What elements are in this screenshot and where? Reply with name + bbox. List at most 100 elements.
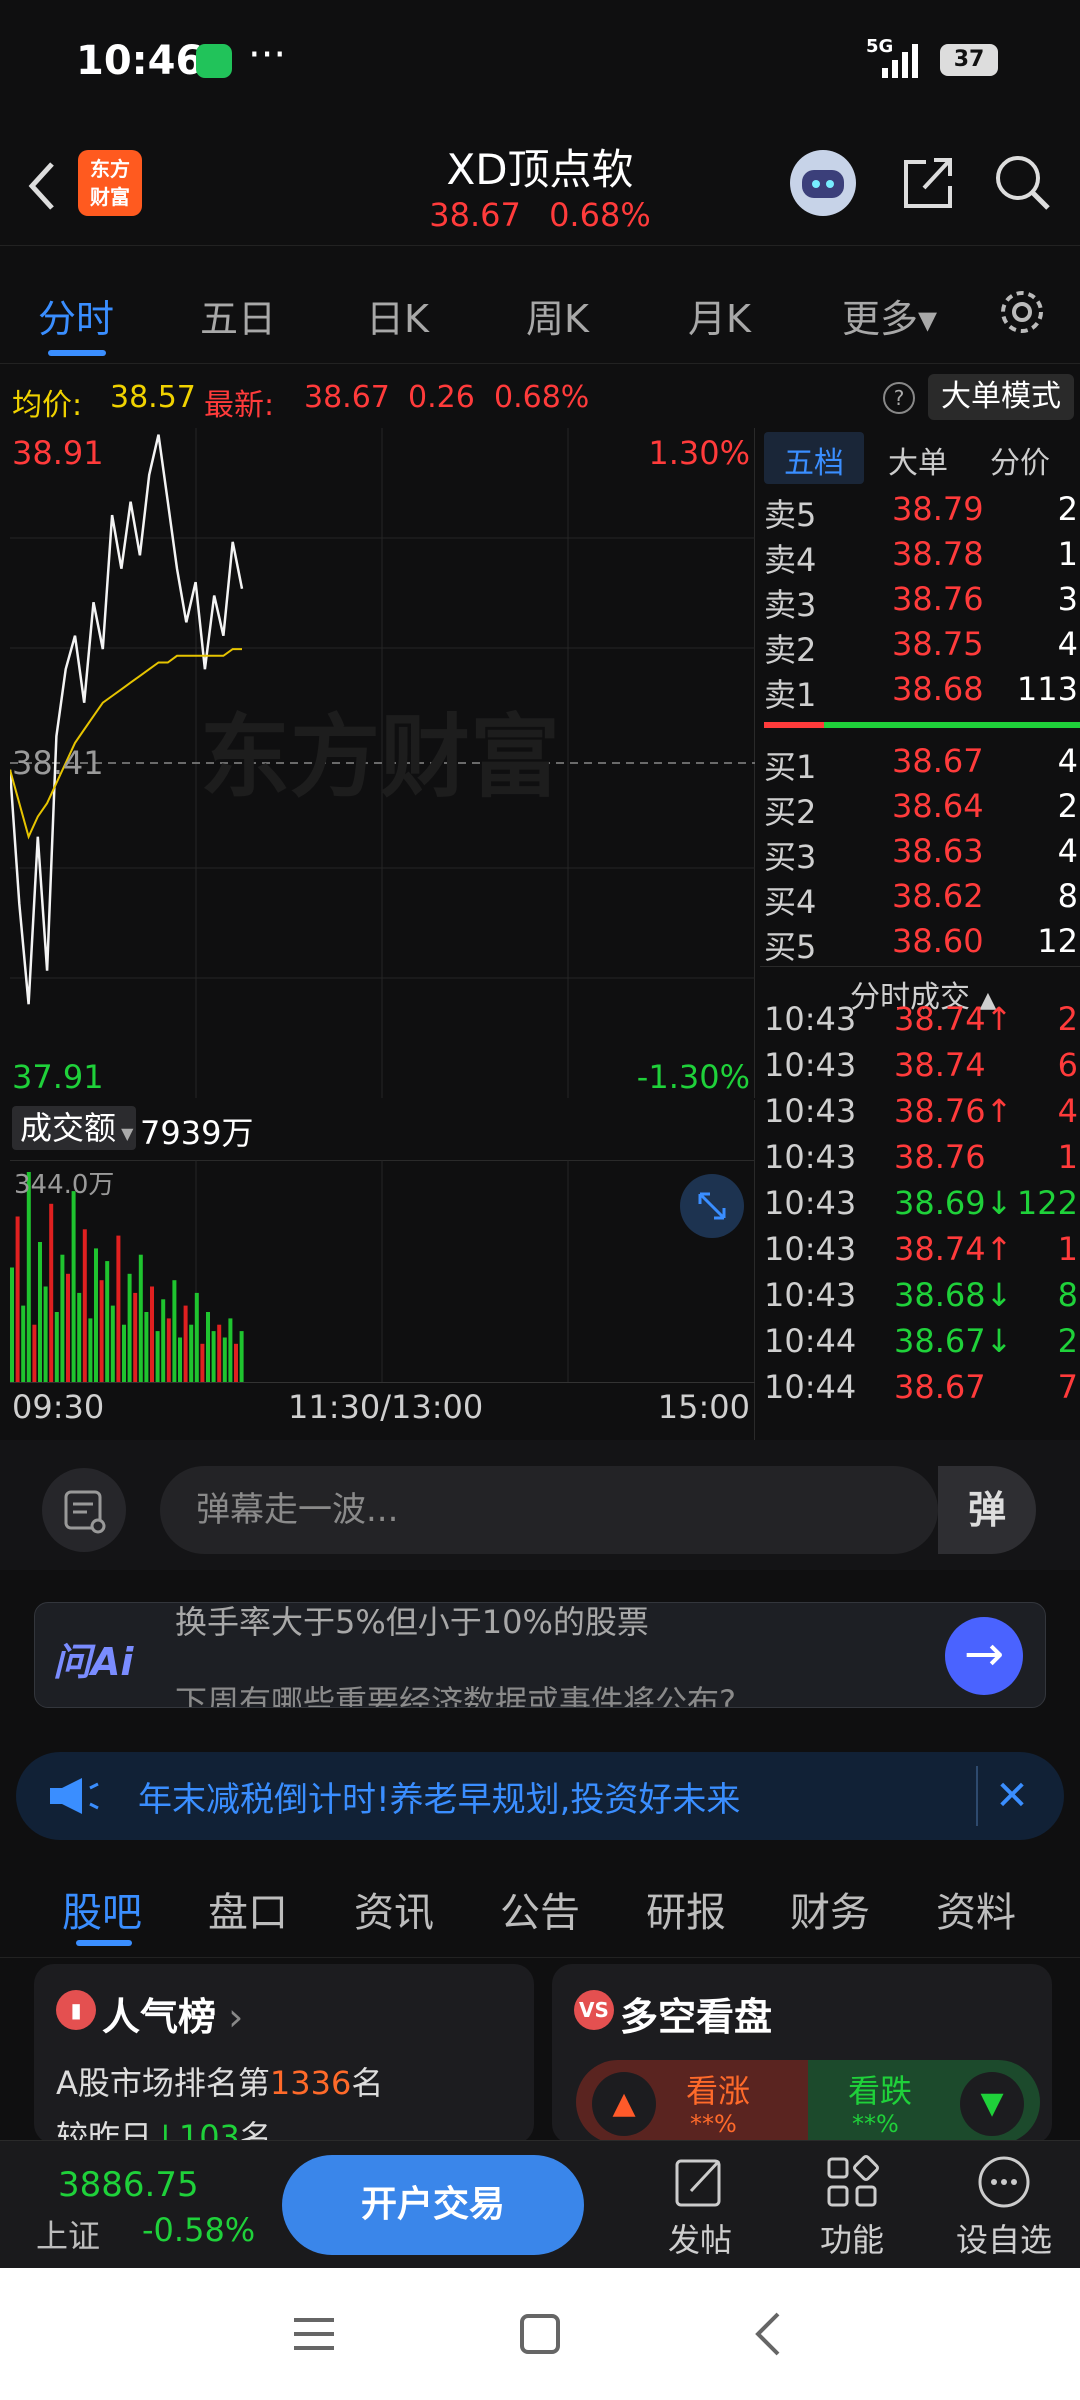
tab-five-day[interactable]: 五日 — [200, 288, 276, 343]
popularity-title-text: 人气榜 — [102, 1995, 217, 2039]
danmu-toggle-button[interactable]: 弹 — [938, 1466, 1036, 1554]
trade-price: 38.76↑ — [894, 1092, 1013, 1130]
trade-time: 10:43 — [764, 1184, 857, 1222]
gear-icon[interactable] — [996, 286, 1048, 338]
tab-weekly-k[interactable]: 周K — [526, 288, 589, 343]
bid-label: 买1 — [764, 748, 817, 786]
trade-row: 10:43 38.68↓ 8 — [764, 1276, 1080, 1320]
trade-qty: 4 — [1057, 1092, 1078, 1130]
big-order-mode-button[interactable]: 大单模式 — [928, 374, 1074, 420]
book-tab-price-split[interactable]: 分价 — [990, 438, 1050, 482]
bid-label: 买2 — [764, 793, 817, 831]
index-value[interactable]: 3886.75 — [58, 2165, 199, 2205]
open-account-trade-button[interactable]: 开户交易 — [282, 2155, 584, 2255]
volume-bar — [43, 1286, 48, 1382]
time-axis-line — [10, 1382, 755, 1383]
volume-bar — [26, 1172, 31, 1382]
index-change[interactable]: -0.58% — [142, 2211, 255, 2249]
tab-financials[interactable]: 财务 — [790, 1880, 870, 1938]
volume-bar — [110, 1305, 115, 1382]
bid-qty: 2 — [1057, 787, 1078, 825]
bid-qty: 4 — [1057, 832, 1078, 870]
trade-time: 10:43 — [764, 1092, 857, 1130]
trade-time: 10:44 — [764, 1368, 857, 1406]
menu-icon[interactable] — [292, 2314, 336, 2354]
bid-price: 38.62 — [892, 877, 984, 915]
volume-chart[interactable]: 成交额 ▼ 7939万 344.0万 09:30 11:30/13:00 15:… — [10, 1100, 755, 1440]
bear-vote-button[interactable]: 看跌 **% ▼ — [808, 2060, 1040, 2144]
ai-robot-icon[interactable] — [790, 150, 856, 216]
volume-bar — [150, 1286, 154, 1382]
trade-qty: 1 — [1057, 1138, 1078, 1176]
volume-bar — [38, 1242, 42, 1382]
home-icon[interactable] — [518, 2312, 562, 2356]
arrow-right-icon[interactable]: → — [945, 1617, 1023, 1695]
ai-question-bar[interactable]: 问Ai 换手率大于5%但小于10%的股票 下周有哪些重要经济数据或事件将公布? … — [34, 1602, 1046, 1708]
book-tab-big-order[interactable]: 大单 — [888, 438, 948, 482]
ask-row: 卖2 38.75 4 — [764, 625, 1080, 669]
tab-monthly-k[interactable]: 月K — [688, 288, 751, 343]
tab-forum[interactable]: 股吧 — [62, 1880, 142, 1938]
volume-bar — [155, 1331, 160, 1382]
trade-qty: 7 — [1057, 1368, 1078, 1406]
bull-bear-title: 多空看盘 — [620, 1995, 773, 2039]
bull-vote-button[interactable]: ▲ 看涨 **% — [576, 2060, 808, 2144]
tab-news[interactable]: 资讯 — [354, 1880, 434, 1938]
help-icon[interactable]: ? — [883, 382, 915, 414]
volume-bar — [15, 1216, 20, 1382]
vs-icon: VS — [574, 1990, 614, 2030]
tab-depth[interactable]: 盘口 — [208, 1880, 288, 1938]
popularity-card[interactable]: ▮ 人气榜 › A股市场排名第1336名 较昨日↓103名 — [34, 1964, 534, 2144]
tab-announcements[interactable]: 公告 — [500, 1880, 580, 1938]
post-button[interactable]: 发帖 — [640, 2153, 760, 2263]
ai-suggestion-1[interactable]: 换手率大于5%但小于10%的股票 — [175, 1603, 649, 1643]
back-nav-icon[interactable] — [748, 2310, 788, 2358]
edit-icon — [675, 2159, 721, 2207]
trade-time: 10:43 — [764, 1000, 857, 1038]
volume-bar — [10, 1267, 14, 1382]
status-bar: 10:46 ··· 5G 37 — [0, 0, 1080, 130]
trade-price: 38.74↑ — [894, 1000, 1013, 1038]
bid-row: 买1 38.67 4 — [764, 742, 1080, 786]
notice-banner[interactable]: 年末减税倒计时!养老早规划,投资好未来 ✕ — [16, 1752, 1064, 1840]
trade-row: 10:43 38.74↑ 1 — [764, 1230, 1080, 1274]
function-button[interactable]: 功能 — [792, 2153, 912, 2263]
tab-intraday[interactable]: 分时 — [38, 288, 114, 343]
index-name[interactable]: 上证 — [36, 2211, 100, 2257]
ask-price: 38.76 — [892, 580, 984, 618]
content-tab-indicator — [76, 1940, 132, 1946]
ask-label: 卖1 — [764, 676, 817, 714]
wechat-icon — [196, 44, 232, 78]
share-icon[interactable] — [900, 152, 956, 212]
intraday-chart[interactable]: 东方财富 38.91 1.30% 38.41 37.91 -1.30% — [8, 428, 755, 1098]
ask-price: 38.79 — [892, 490, 984, 528]
close-icon[interactable]: ✕ — [976, 1766, 1046, 1826]
expand-icon[interactable] — [680, 1174, 744, 1238]
post-label: 发帖 — [667, 2221, 732, 2259]
volume-bar — [122, 1324, 126, 1382]
volume-bar — [49, 1203, 54, 1382]
trade-price: 38.74↑ — [894, 1230, 1013, 1268]
tab-research[interactable]: 研报 — [646, 1880, 726, 1938]
volume-bar — [133, 1292, 138, 1382]
tab-profile[interactable]: 资料 — [936, 1880, 1016, 1938]
chart-bottom-price: 37.91 — [12, 1058, 104, 1096]
bid-row: 买4 38.62 8 — [764, 877, 1080, 921]
trade-price: 38.69↓ — [894, 1184, 1013, 1222]
add-watchlist-button[interactable]: 设自选 — [944, 2153, 1064, 2263]
bid-row: 买2 38.64 2 — [764, 787, 1080, 831]
danmu-input[interactable]: 弹幕走一波... — [160, 1466, 938, 1554]
ai-suggestion-2[interactable]: 下周有哪些重要经济数据或事件将公布? — [175, 1677, 736, 1707]
volume-bar — [234, 1343, 238, 1382]
bull-bear-card[interactable]: VS 多空看盘 ▲ 看涨 **% 看跌 **% ▼ — [552, 1964, 1052, 2144]
danmu-list-icon[interactable] — [42, 1468, 126, 1552]
tab-more[interactable]: 更多▾ — [842, 288, 937, 343]
avg-price: 38.57 — [110, 380, 196, 415]
ask-label: 卖2 — [764, 631, 817, 669]
more-notifications-icon: ··· — [248, 32, 287, 78]
volume-type-selector[interactable]: 成交额 ▼ — [12, 1106, 136, 1150]
book-tab-five-level[interactable]: 五档 — [784, 438, 844, 482]
ask-price: 38.75 — [892, 625, 984, 663]
search-icon[interactable] — [992, 152, 1052, 212]
tab-daily-k[interactable]: 日K — [366, 288, 429, 343]
